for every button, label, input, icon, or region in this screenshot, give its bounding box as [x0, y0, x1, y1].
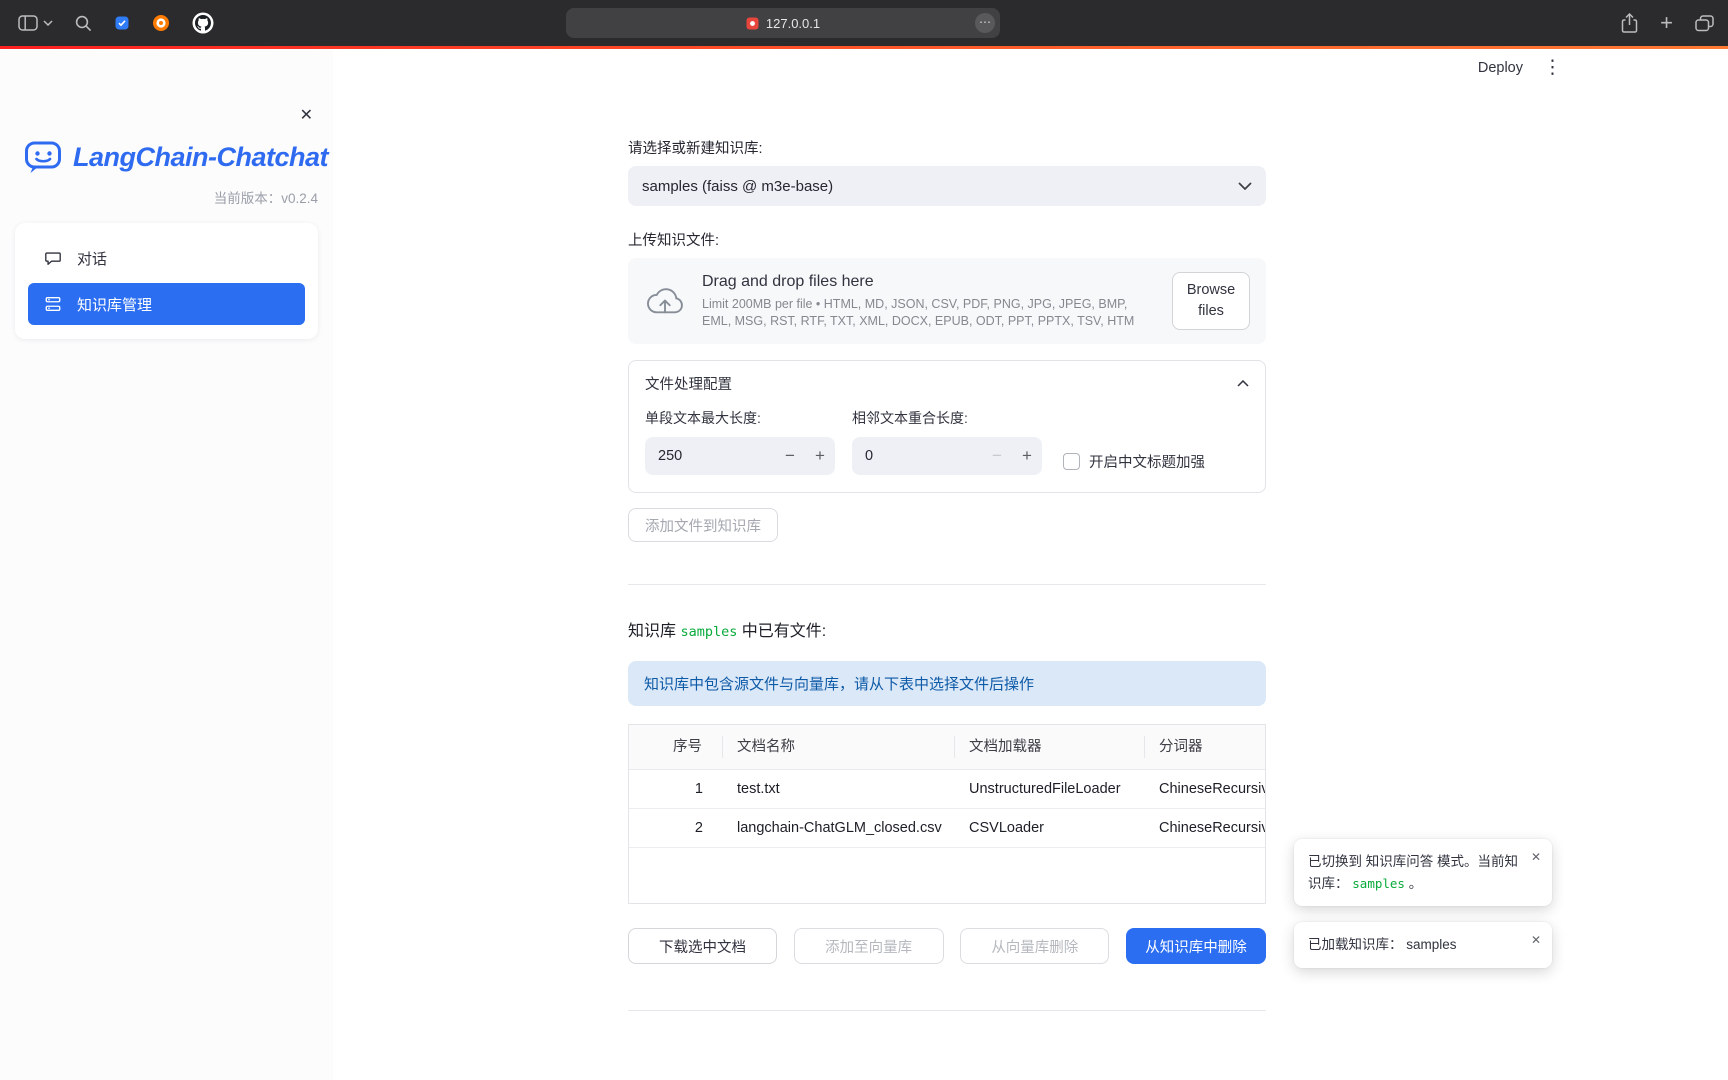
- overlap-label: 相邻文本重合长度:: [852, 408, 1042, 428]
- kb-name-code: samples: [680, 624, 737, 640]
- sidebar-item-label: 对话: [77, 248, 107, 269]
- app-logo: LangChain-Chatchat: [24, 139, 333, 175]
- close-icon[interactable]: ✕: [1531, 848, 1541, 867]
- pinned-tab-orange-icon[interactable]: [152, 14, 170, 32]
- logo-chat-icon: [24, 139, 64, 175]
- table-header-row: 序号 文档名称 文档加载器 分词器: [629, 725, 1265, 770]
- info-banner: 知识库中包含源文件与向量库，请从下表中选择文件后操作: [628, 661, 1266, 706]
- toast-kb-code: samples: [1352, 876, 1405, 891]
- divider: [628, 1010, 1266, 1011]
- cell-filename: langchain-ChatGLM_closed.csv: [723, 820, 955, 836]
- column-header[interactable]: 分词器: [1145, 736, 1265, 758]
- kb-select-label: 请选择或新建知识库:: [628, 137, 1266, 158]
- toast-kb-loaded: 已加载知识库： samples ✕: [1294, 922, 1552, 968]
- cloud-upload-icon: [644, 285, 686, 317]
- chevron-up-icon: [1237, 380, 1249, 387]
- pinned-tab-blue-icon[interactable]: [114, 15, 130, 31]
- chat-bubble-icon: [44, 249, 62, 267]
- table-actions: 下载选中文档 添加至向量库 从向量库删除 从知识库中删除: [628, 928, 1266, 964]
- address-bar[interactable]: 127.0.0.1 ⋯: [566, 8, 1000, 38]
- sidebar-toggle-button[interactable]: [18, 15, 53, 31]
- dropzone-subtitle: Limit 200MB per file • HTML, MD, JSON, C…: [702, 296, 1156, 329]
- cell-loader: UnstructuredFileLoader: [955, 781, 1145, 797]
- file-config-expander: 文件处理配置 单段文本最大长度: 250 − +: [628, 360, 1266, 493]
- sidebar-toggle-icon: [18, 15, 38, 31]
- column-header[interactable]: 文档加载器: [955, 736, 1145, 758]
- toast-text: 。: [1409, 876, 1423, 891]
- kb-files-heading: 知识库 samples 中已有文件:: [628, 617, 1266, 641]
- cell-index: 1: [629, 781, 723, 797]
- zh-title-enhance-checkbox-group: 开启中文标题加强: [1063, 447, 1205, 475]
- new-tab-icon[interactable]: +: [1660, 12, 1673, 34]
- add-to-vector-store-button[interactable]: 添加至向量库: [794, 928, 944, 964]
- toast-text: 已加载知识库： samples: [1308, 937, 1457, 952]
- heading-prefix: 知识库: [628, 623, 680, 640]
- sidebar-item-dialogue[interactable]: 对话: [28, 237, 305, 279]
- tab-overview-icon[interactable]: [1695, 15, 1714, 32]
- chunk-size-input[interactable]: 250 − +: [645, 437, 835, 475]
- chevron-down-icon[interactable]: [43, 20, 53, 26]
- page-options-icon[interactable]: ⋯: [975, 13, 995, 33]
- deploy-button[interactable]: Deploy: [1478, 60, 1523, 76]
- plus-icon[interactable]: +: [1012, 446, 1042, 466]
- expander-title: 文件处理配置: [645, 373, 732, 394]
- version-label: 当前版本：v0.2.4: [0, 187, 318, 207]
- delete-from-kb-button[interactable]: 从知识库中删除: [1126, 928, 1266, 964]
- logo-text: LangChain-Chatchat: [73, 142, 328, 173]
- close-icon[interactable]: ✕: [1531, 931, 1541, 950]
- plus-icon[interactable]: +: [805, 446, 835, 466]
- chevron-down-icon: [1238, 182, 1252, 190]
- checkbox[interactable]: [1063, 453, 1080, 470]
- upload-label: 上传知识文件:: [628, 229, 1266, 250]
- minus-icon[interactable]: −: [982, 446, 1012, 466]
- share-icon[interactable]: [1621, 13, 1638, 33]
- minus-icon[interactable]: −: [775, 446, 805, 466]
- browser-toolbar: 127.0.0.1 ⋯ +: [0, 0, 1728, 46]
- divider: [628, 584, 1266, 585]
- url-text: 127.0.0.1: [766, 16, 820, 31]
- dropzone-title: Drag and drop files here: [702, 273, 1156, 291]
- column-header[interactable]: 序号: [629, 736, 723, 758]
- github-tab-icon[interactable]: [192, 12, 214, 34]
- browse-files-button[interactable]: Browse files: [1172, 272, 1250, 330]
- table-row[interactable]: 2 langchain-ChatGLM_closed.csv CSVLoader…: [629, 809, 1265, 848]
- files-table: 序号 文档名称 文档加载器 分词器 1 test.txt Unstructure…: [628, 724, 1266, 904]
- download-selected-button[interactable]: 下载选中文档: [628, 928, 777, 964]
- cell-index: 2: [629, 820, 723, 836]
- sidebar-item-label: 知识库管理: [77, 294, 152, 315]
- file-dropzone[interactable]: Drag and drop files here Limit 200MB per…: [628, 258, 1266, 344]
- cell-splitter: ChineseRecursiveT: [1145, 820, 1265, 836]
- heading-suffix: 中已有文件:: [737, 623, 826, 640]
- toast-container: 已切换到 知识库问答 模式。当前知识库： samples 。 ✕ 已加载知识库：…: [1294, 839, 1552, 968]
- cell-filename: test.txt: [723, 781, 955, 797]
- search-icon[interactable]: [75, 15, 92, 32]
- knowledge-base-icon: [44, 295, 62, 313]
- chunk-size-value: 250: [645, 448, 775, 464]
- toast-mode-switched: 已切换到 知识库问答 模式。当前知识库： samples 。 ✕: [1294, 839, 1552, 906]
- cell-loader: CSVLoader: [955, 820, 1145, 836]
- chunk-size-label: 单段文本最大长度:: [645, 408, 835, 428]
- overlap-value: 0: [852, 448, 982, 464]
- expander-header[interactable]: 文件处理配置: [629, 361, 1265, 405]
- sidebar-item-knowledge-base[interactable]: 知识库管理: [28, 283, 305, 325]
- add-files-button[interactable]: 添加文件到知识库: [628, 508, 778, 542]
- checkbox-label: 开启中文标题加强: [1089, 451, 1205, 472]
- sidebar: ✕ LangChain-Chatchat 当前版本：v0.2.4 对话 知识库管…: [0, 49, 333, 1080]
- table-row[interactable]: 1 test.txt UnstructuredFileLoader Chines…: [629, 770, 1265, 809]
- kb-select-value: samples (faiss @ m3e-base): [642, 178, 833, 195]
- delete-from-vector-store-button[interactable]: 从向量库删除: [960, 928, 1109, 964]
- overlap-input[interactable]: 0 − +: [852, 437, 1042, 475]
- column-header[interactable]: 文档名称: [723, 736, 955, 758]
- sidebar-close-icon[interactable]: ✕: [300, 105, 313, 125]
- kb-select[interactable]: samples (faiss @ m3e-base): [628, 166, 1266, 206]
- sidebar-menu: 对话 知识库管理: [15, 223, 318, 339]
- cell-splitter: ChineseRecursiveT: [1145, 781, 1265, 797]
- main-menu-icon[interactable]: ⋮: [1543, 58, 1562, 77]
- site-favicon: [746, 17, 759, 30]
